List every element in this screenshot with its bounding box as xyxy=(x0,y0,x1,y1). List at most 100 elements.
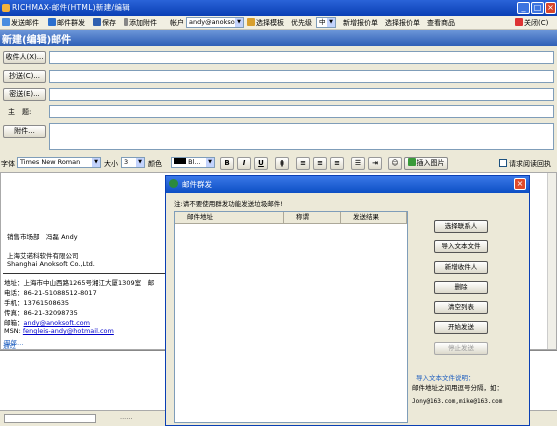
start-send-button[interactable]: 开始发送 xyxy=(434,321,488,334)
close-editor-label: 关闭(C) xyxy=(524,19,549,27)
email-label: 邮箱： xyxy=(4,319,24,327)
align-right-button[interactable]: ≡ xyxy=(330,157,344,170)
bold-button[interactable]: B xyxy=(220,157,234,170)
dialog-note: 注:请不要使用群发功能发送垃圾邮件! xyxy=(174,200,283,208)
priority-value: 中 xyxy=(319,18,326,26)
group-send-button[interactable]: 邮件群发 xyxy=(48,17,85,29)
smiley-icon: ☺ xyxy=(391,159,399,167)
close-icon xyxy=(515,18,523,26)
import-hint-body: 邮件地址之间用逗号分隔，如： xyxy=(412,384,503,392)
email-link[interactable]: andy@anoksoft.com xyxy=(24,319,90,327)
view-goods-button[interactable]: 查看商品 xyxy=(427,17,455,29)
add-recipient-button[interactable]: 新增收件人 xyxy=(434,261,488,274)
font-select[interactable]: Times New Roman ▼ xyxy=(17,157,101,168)
underline-button[interactable]: U xyxy=(254,157,268,170)
import-hint: 导入文本文件说明： 邮件地址之间用逗号分隔，如： Jony@163.com,mi… xyxy=(412,368,522,424)
dialog-close-button[interactable]: × xyxy=(514,178,526,190)
color-select[interactable]: Bl... ▼ xyxy=(171,157,215,168)
color-value: Bl... xyxy=(188,158,201,166)
main-toolbar: 发送邮件 邮件群发 保存 添加附件 帐户 andy@anoksoft ▼ 选择模板… xyxy=(0,16,557,30)
indent-icon: ⇥ xyxy=(372,159,378,167)
new-quote-button[interactable]: 新增报价单 xyxy=(343,17,378,29)
chevron-down-icon: ▼ xyxy=(206,158,214,167)
align-right-icon: ≡ xyxy=(334,159,340,167)
add-attachment-button[interactable]: 添加附件 xyxy=(124,17,157,29)
signature-fax: 传真：86-21-32098735 xyxy=(4,309,78,317)
close-editor-button[interactable]: 关闭(C) xyxy=(515,17,548,29)
stop-send-button[interactable]: 停止发送 xyxy=(434,342,488,355)
signature-company-en: Shanghai Anoksoft Co.,Ltd. xyxy=(7,260,95,268)
bullet-list-button[interactable]: ☰ xyxy=(351,157,365,170)
align-center-button[interactable]: ≡ xyxy=(313,157,327,170)
recipient-table[interactable]: 邮件地址 称谓 发送结果 xyxy=(174,211,408,423)
send-mail-label: 发送邮件 xyxy=(11,19,39,27)
editor-scrollbar[interactable] xyxy=(547,173,556,349)
msn-link[interactable]: fengleis-andy@hotmail.com xyxy=(23,327,114,335)
subject-field[interactable] xyxy=(49,105,554,118)
attachment-field[interactable] xyxy=(49,123,554,150)
page-title: 新建(编辑)邮件 xyxy=(2,35,72,46)
save-label: 保存 xyxy=(102,19,116,27)
align-center-icon: ≡ xyxy=(317,159,323,167)
signature-msn-row: MSN: fengleis-andy@hotmail.com xyxy=(4,327,114,335)
column-header-address[interactable]: 邮件地址 xyxy=(175,212,284,224)
body-link-text[interactable]: 通过 xyxy=(3,340,16,350)
import-text-button[interactable]: 导入文本文件 xyxy=(434,240,488,253)
dialog-app-icon xyxy=(169,179,178,188)
cc-field[interactable] xyxy=(49,70,554,83)
bcc-field[interactable] xyxy=(49,88,554,101)
status-field xyxy=(4,414,96,423)
window-title: RICHMAX-邮件(HTML)新建/编辑 xyxy=(12,3,130,12)
choose-template-button[interactable]: 选择模板 xyxy=(247,17,284,29)
dialog-title: 邮件群发 xyxy=(182,180,212,189)
signature-divider xyxy=(3,273,173,274)
delete-button[interactable]: 删除 xyxy=(434,281,488,294)
insert-image-button[interactable]: 插入图片 xyxy=(404,157,448,170)
choose-quote-button[interactable]: 选择报价单 xyxy=(385,17,420,29)
cc-button[interactable]: 抄送(C)... xyxy=(3,70,46,83)
list-icon: ☰ xyxy=(354,159,362,167)
signature-dept: 销售市场部 冯磊 Andy xyxy=(7,233,78,241)
size-select[interactable]: 3 ▼ xyxy=(121,157,145,168)
size-value: 3 xyxy=(124,158,129,166)
signature-company-cn: 上海艾诺科软件有限公司 xyxy=(7,252,79,260)
maximize-button[interactable]: □ xyxy=(531,2,544,14)
column-header-title[interactable]: 称谓 xyxy=(284,212,341,224)
group-mail-icon xyxy=(48,18,56,26)
chevron-down-icon: ▼ xyxy=(136,158,144,167)
insert-image-label: 插入图片 xyxy=(416,159,445,167)
align-left-icon: ≡ xyxy=(300,159,306,167)
group-send-label: 邮件群发 xyxy=(57,19,85,27)
to-field[interactable] xyxy=(49,51,554,64)
to-button[interactable]: 收件人(X)... xyxy=(3,51,46,64)
send-mail-button[interactable]: 发送邮件 xyxy=(2,17,39,29)
import-hint-example: Jony@163.com,mike@163.com xyxy=(412,398,503,405)
signature-mobile: 手机：13761508635 xyxy=(4,299,69,307)
minimize-button[interactable]: _ xyxy=(517,2,530,14)
clear-list-button[interactable]: 清空列表 xyxy=(434,301,488,314)
indent-button[interactable]: ⇥ xyxy=(368,157,382,170)
read-receipt-label: 请求阅读回执 xyxy=(509,160,551,168)
emoticon-button[interactable]: ☺ xyxy=(388,157,402,170)
image-icon xyxy=(407,158,416,166)
account-select[interactable]: andy@anoksoft ▼ xyxy=(186,17,244,28)
save-button[interactable]: 保存 xyxy=(93,17,116,29)
close-window-button[interactable]: × xyxy=(545,2,556,14)
italic-button[interactable]: I xyxy=(237,157,251,170)
choose-contact-button[interactable]: 选择联系人 xyxy=(434,220,488,233)
import-hint-title: 导入文本文件说明： xyxy=(416,374,475,382)
choose-template-label: 选择模板 xyxy=(256,19,284,27)
add-attachment-label: 添加附件 xyxy=(129,19,157,27)
dialog-title-bar: 邮件群发 × xyxy=(166,176,529,193)
floppy-icon xyxy=(93,18,101,26)
column-header-result[interactable]: 发送结果 xyxy=(341,212,407,224)
attachment-button[interactable]: 附件... xyxy=(3,125,46,138)
signature-phone: 电话：86-21-51088512-8017 xyxy=(4,289,97,297)
align-left-button[interactable]: ≡ xyxy=(296,157,310,170)
bcc-button[interactable]: 密送(E)... xyxy=(3,88,46,101)
read-receipt-checkbox[interactable] xyxy=(499,159,507,167)
page-header: 新建(编辑)邮件 xyxy=(0,30,557,46)
text-color-button[interactable]: ǂ xyxy=(275,157,289,170)
priority-select[interactable]: 中 ▼ xyxy=(316,17,336,28)
chevron-down-icon: ▼ xyxy=(327,18,335,27)
